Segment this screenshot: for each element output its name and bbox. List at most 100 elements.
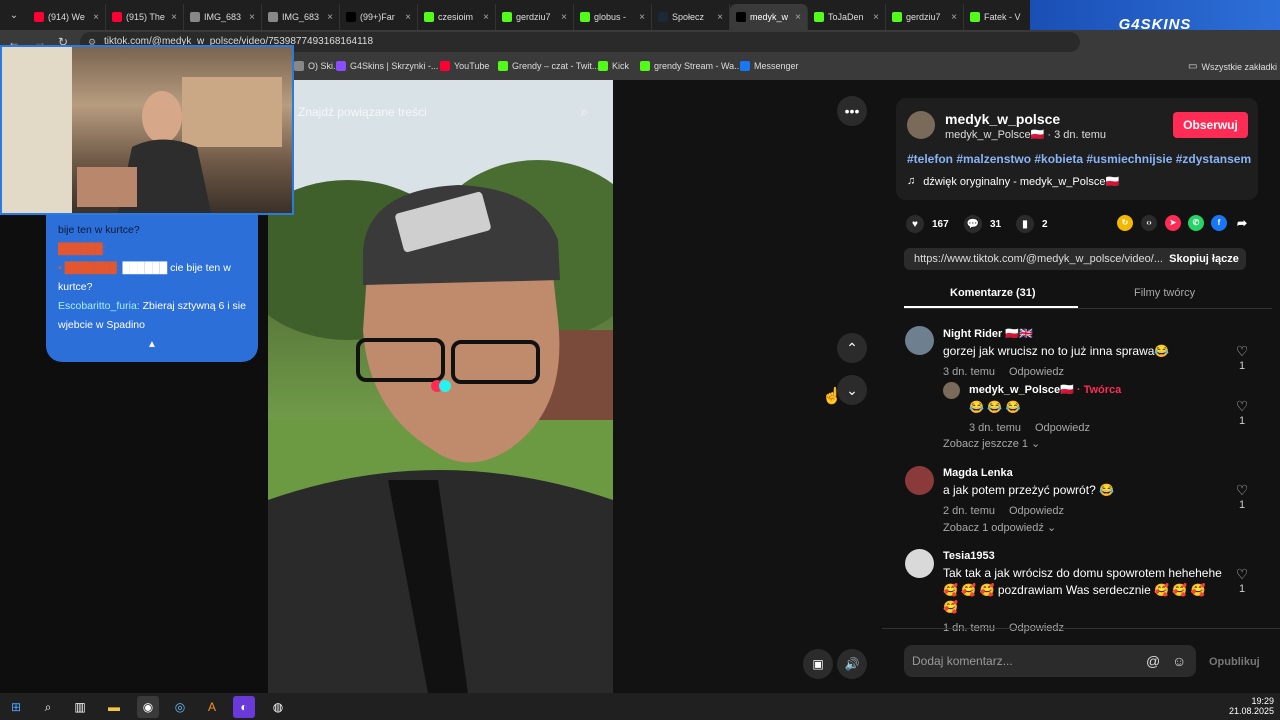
publish-button[interactable]: Opublikuj (1209, 656, 1260, 668)
close-tab-icon[interactable]: × (483, 12, 489, 23)
reply-item: medyk_w_Polsce🇵🇱 · Twórca 😂 😂 😂 3 dn. te… (969, 383, 1229, 434)
bookmark-item[interactable]: Kick (598, 61, 629, 71)
sound-link[interactable]: ♫ dźwięk oryginalny - medyk_w_Polsce🇵🇱 (907, 175, 1119, 188)
floating-player-button[interactable]: ▣ (803, 649, 833, 679)
search-icon[interactable]: ⌕ (37, 696, 59, 718)
commenter-avatar[interactable] (905, 466, 934, 495)
kick-icon (424, 12, 434, 22)
close-tab-icon[interactable]: × (405, 12, 411, 23)
close-tab-icon[interactable]: × (873, 12, 879, 23)
browser-tab[interactable]: (99+)Far × (340, 4, 418, 30)
video-player[interactable] (268, 80, 613, 693)
browser-tab[interactable]: Społecz × (652, 4, 730, 30)
browser-tab[interactable]: IMG_683 × (262, 4, 340, 30)
browser-tab[interactable]: IMG_683 × (184, 4, 262, 30)
browser-tab[interactable]: medyk_w × (730, 4, 808, 30)
repost-icon[interactable]: ↻ (1117, 215, 1133, 231)
reply-button[interactable]: Odpowiedz (1009, 366, 1064, 378)
reply-button[interactable]: Odpowiedz (1009, 505, 1064, 517)
whatsapp-icon[interactable]: ✆ (1188, 215, 1204, 231)
search-icon[interactable]: ⌕ (581, 97, 588, 127)
tab-creator-videos[interactable]: Filmy twórcy (1134, 287, 1195, 299)
view-more-replies[interactable]: Zobacz 1 odpowiedź ⌄ (943, 521, 1056, 534)
close-tab-icon[interactable]: × (639, 12, 645, 23)
bookmark-item[interactable]: Messenger (740, 61, 799, 71)
g4skins-app-icon[interactable]: ◐ (233, 696, 255, 718)
embed-icon[interactable]: ‹› (1141, 215, 1157, 231)
webcam-frame (2, 47, 282, 213)
chat-collapse-icon[interactable]: ▲ (58, 335, 246, 354)
like-stat[interactable]: ♥ 167 (906, 215, 949, 233)
comment-input[interactable]: Dodaj komentarz... @ ☺ (904, 645, 1196, 677)
close-tab-icon[interactable]: × (171, 12, 177, 23)
commenter-name[interactable]: Tesia1953 (943, 550, 1223, 562)
browser-tab[interactable]: czesioim × (418, 4, 496, 30)
mention-icon[interactable]: @ (1146, 645, 1160, 677)
send-icon[interactable]: ➤ (1165, 215, 1181, 231)
obs-icon[interactable]: ◍ (267, 696, 289, 718)
author-avatar[interactable] (907, 111, 935, 139)
clock[interactable]: 19:29 21.08.2025 (1222, 696, 1274, 716)
bookmark-label: Kick (612, 61, 630, 71)
browser-tab[interactable]: globus - × (574, 4, 652, 30)
browser-tab[interactable]: (914) We × (28, 4, 106, 30)
steam-icon[interactable]: ◎ (169, 696, 191, 718)
close-tab-icon[interactable]: × (951, 12, 957, 23)
task-view-icon[interactable]: ▥ (69, 696, 91, 718)
speaker-icon: 🔊 (844, 657, 860, 671)
browser-tab[interactable]: gerdziu7 × (496, 4, 574, 30)
previous-video-button[interactable]: ⌃ (837, 333, 867, 363)
streamer-webcam (0, 45, 294, 215)
app-a-icon[interactable]: A (201, 696, 223, 718)
file-explorer-icon[interactable]: ▬ (103, 696, 125, 718)
author-username[interactable]: medyk_w_polsce (945, 111, 1060, 127)
comment-time: 3 dn. temu (943, 366, 995, 378)
tiktok-icon (736, 12, 746, 22)
tab-search-button[interactable]: ⌄ (0, 0, 28, 30)
chrome-icon[interactable]: ◉ (137, 696, 159, 718)
commenter-avatar[interactable] (905, 549, 934, 578)
bookmark-item[interactable]: YouTube (440, 61, 489, 71)
reply-avatar[interactable] (943, 382, 960, 399)
reply-author-name[interactable]: medyk_w_Polsce🇵🇱 (969, 384, 1074, 396)
follow-button[interactable]: Obserwuj (1173, 112, 1248, 138)
post-hashtags[interactable]: #telefon #malzenstwo #kobieta #usmiechni… (907, 152, 1251, 166)
bookmark-item[interactable]: Grendy – czat - Twit... (498, 61, 599, 71)
bookmark-item[interactable]: grendy Stream - Wa... (640, 61, 742, 71)
facebook-icon (740, 61, 750, 71)
related-search-input[interactable]: Znajdź powiązane treści ⌕ (294, 97, 604, 127)
close-tab-icon[interactable]: × (795, 12, 801, 23)
reply-button[interactable]: Odpowiedz (1035, 422, 1090, 434)
commenter-name[interactable]: Magda Lenka (943, 467, 1280, 479)
close-tab-icon[interactable]: × (249, 12, 255, 23)
commenter-name[interactable]: Night Rider 🇵🇱🇬🇧 (943, 327, 1280, 340)
comment-like-heart-icon[interactable]: ♡ (1234, 343, 1250, 360)
browser-tab[interactable]: ToJaDen × (808, 4, 886, 30)
creator-badge: · Twórca (1076, 384, 1122, 396)
close-tab-icon[interactable]: × (93, 12, 99, 23)
kick-icon (640, 61, 650, 71)
browser-tab[interactable]: gerdziu7 × (886, 4, 964, 30)
commenter-avatar[interactable] (905, 326, 934, 355)
reply-like-heart-icon[interactable]: ♡ (1234, 398, 1250, 415)
save-stat[interactable]: ▮ 2 (1016, 215, 1048, 233)
tab-comments[interactable]: Komentarze (31) (950, 287, 1036, 299)
facebook-icon[interactable]: f (1211, 215, 1227, 231)
bookmark-item[interactable]: O) Ski... (294, 61, 341, 71)
share-arrow-icon[interactable]: ➦ (1234, 215, 1250, 231)
comment-like-heart-icon[interactable]: ♡ (1234, 482, 1250, 499)
close-tab-icon[interactable]: × (327, 12, 333, 23)
bookmark-item[interactable]: G4Skins | Skrzynki -... (336, 61, 438, 71)
emoji-icon[interactable]: ☺ (1172, 645, 1186, 677)
volume-button[interactable]: 🔊 (837, 649, 867, 679)
close-tab-icon[interactable]: × (717, 12, 723, 23)
copy-link-button[interactable]: Skopiuj łącze (1158, 248, 1250, 270)
view-more-replies[interactable]: Zobacz jeszcze 1 ⌄ (943, 437, 1040, 450)
all-bookmarks-button[interactable]: ▭ Wszystkie zakładki (1188, 61, 1277, 72)
close-tab-icon[interactable]: × (561, 12, 567, 23)
more-options-button[interactable]: ••• (837, 96, 867, 126)
start-icon[interactable]: ⊞ (5, 696, 27, 718)
comment-stat[interactable]: 💬 31 (964, 215, 1001, 233)
browser-tab[interactable]: (915) The × (106, 4, 184, 30)
comment-like-heart-icon[interactable]: ♡ (1234, 566, 1250, 583)
